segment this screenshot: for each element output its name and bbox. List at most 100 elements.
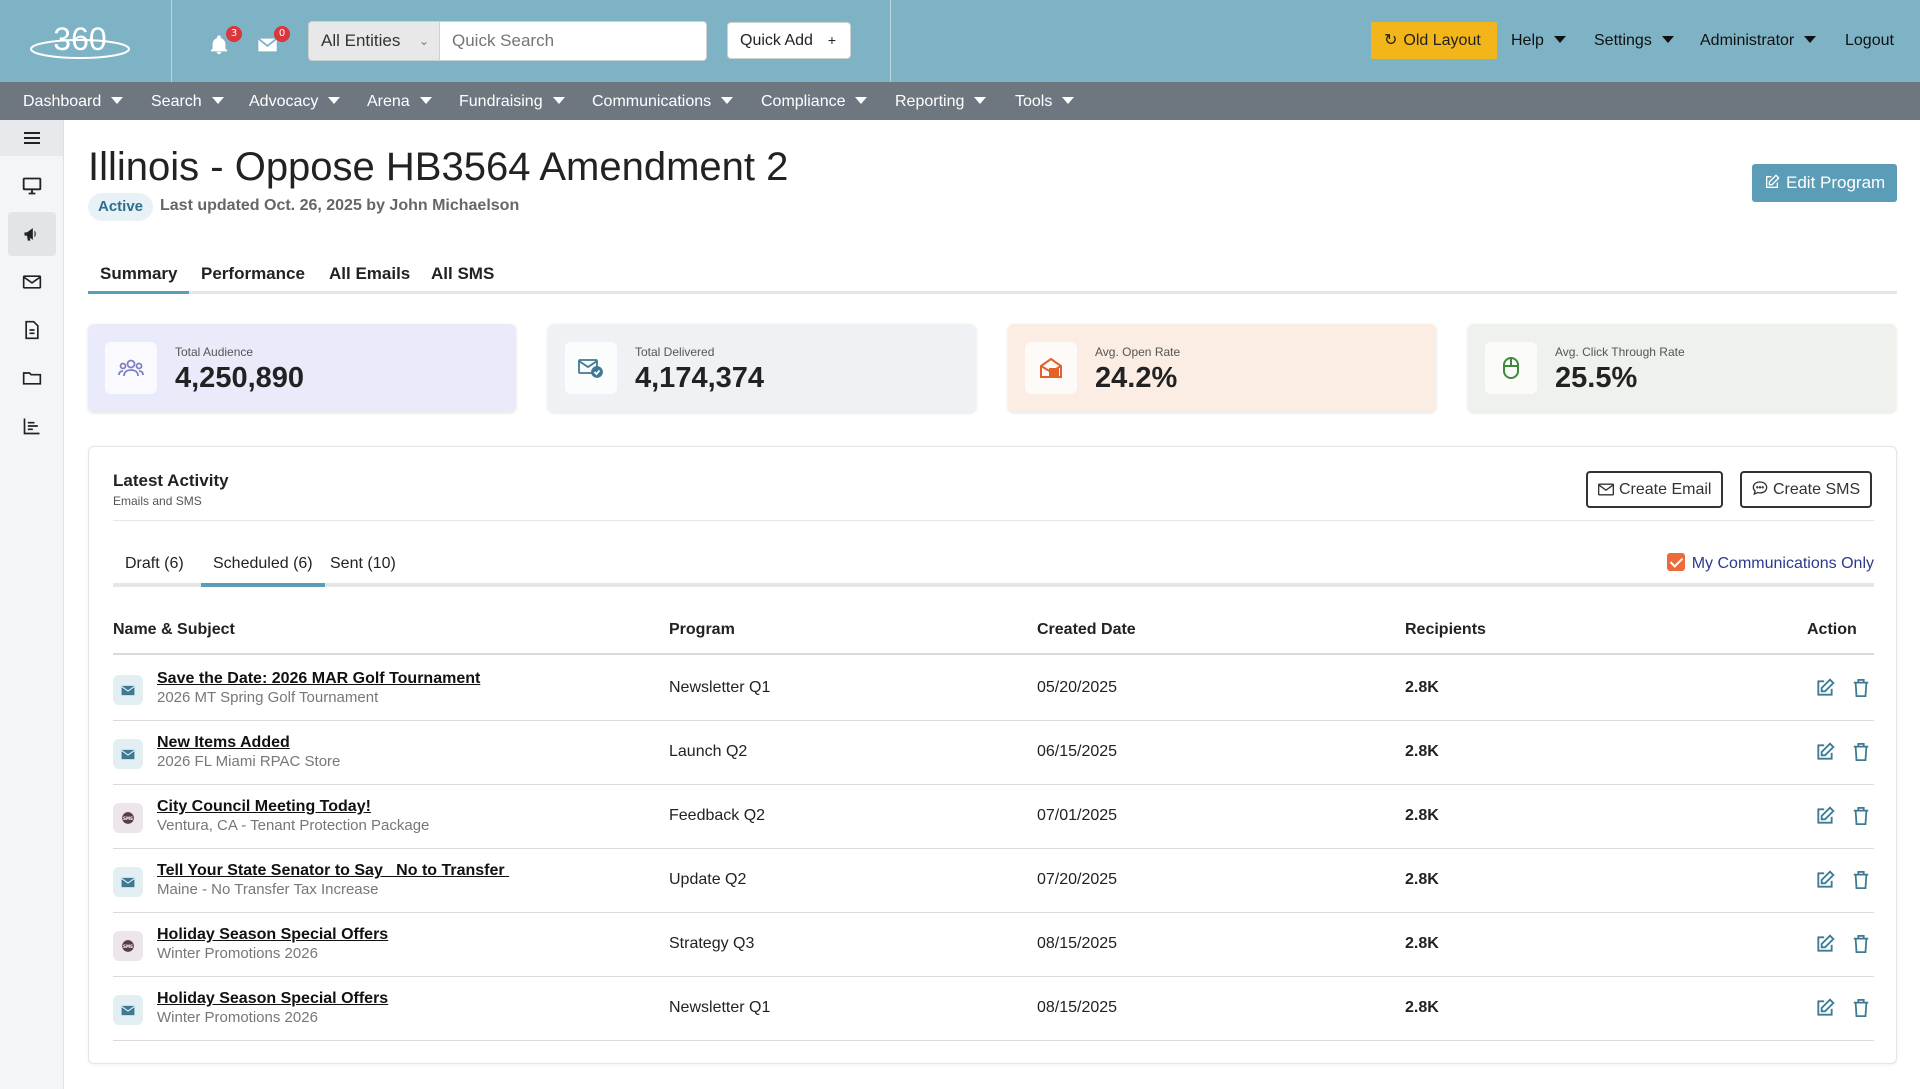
subtab-scheduled[interactable]: Scheduled (6) (201, 547, 325, 587)
edit-icon[interactable] (1813, 740, 1837, 764)
column-recipients[interactable]: Recipients (1405, 621, 1486, 639)
stat-card-click-through-rate: Avg. Click Through Rate 25.5% (1468, 324, 1896, 412)
nav-label: Tools (1015, 93, 1053, 110)
users-icon (105, 342, 157, 394)
last-updated: Last updated Oct. 26, 2025 by John Micha… (160, 197, 520, 214)
nav-compliance[interactable]: Compliance (761, 82, 868, 120)
row-program: Launch Q2 (669, 743, 748, 760)
quick-add-button[interactable]: Quick Add + (727, 22, 851, 59)
edit-icon (1766, 174, 1780, 188)
envelope-icon[interactable] (8, 260, 56, 304)
admin-menu[interactable]: Administrator (1700, 22, 1817, 59)
envelope-icon (1598, 483, 1614, 496)
row-subject: Winter Promotions 2026 (157, 1009, 318, 1026)
folder-icon[interactable] (8, 356, 56, 400)
megaphone-icon[interactable] (8, 212, 56, 256)
panel-title: Latest Activity (113, 471, 229, 490)
column-name[interactable]: Name & Subject (113, 621, 235, 639)
row-program: Newsletter Q1 (669, 679, 771, 696)
row-recipients: 2.8K (1405, 871, 1439, 888)
nav-label: Dashboard (23, 93, 102, 110)
search-input[interactable] (440, 21, 707, 61)
checkbox-checked[interactable] (1666, 553, 1685, 571)
tab-performance[interactable]: Performance (201, 258, 305, 294)
envelope-icon[interactable]: 0 (256, 26, 290, 58)
entity-select-value: All Entities (321, 31, 401, 50)
table-row: Tell Your State Senator to Say No to Tra… (113, 849, 1874, 913)
edit-icon[interactable] (1813, 996, 1837, 1020)
edit-icon[interactable] (1813, 676, 1837, 700)
nav-search[interactable]: Search (151, 82, 224, 120)
open-envelope-icon (1025, 342, 1077, 394)
stat-value: 25.5% (1555, 362, 1638, 394)
column-created[interactable]: Created Date (1037, 621, 1136, 639)
subtab-draft[interactable]: Draft (6) (113, 547, 196, 587)
nav-fundraising[interactable]: Fundraising (459, 82, 565, 120)
tab-all-emails[interactable]: All Emails (329, 258, 410, 294)
edit-icon[interactable] (1813, 932, 1837, 956)
caret-down-icon (974, 97, 987, 104)
mail-check-icon (565, 342, 617, 394)
create-sms-button[interactable]: Create SMS (1740, 471, 1873, 508)
row-subject: 2026 MT Spring Golf Tournament (157, 689, 379, 706)
row-name-link[interactable]: City Council Meeting Today! (157, 798, 371, 816)
nav-communications[interactable]: Communications (592, 82, 734, 120)
trash-icon[interactable] (1849, 676, 1873, 700)
tab-all-sms[interactable]: All SMS (431, 258, 494, 294)
row-name-link[interactable]: Save the Date: 2026 MAR Golf Tournament (157, 670, 480, 688)
my-communications-toggle[interactable]: My Communications Only (1666, 553, 1874, 573)
settings-menu[interactable]: Settings (1594, 22, 1674, 59)
nav-label: Search (151, 93, 202, 110)
create-email-button[interactable]: Create Email (1586, 471, 1724, 508)
edit-icon[interactable] (1813, 868, 1837, 892)
row-created-date: 08/15/2025 (1037, 999, 1118, 1016)
divider (113, 520, 1874, 521)
row-program: Strategy Q3 (669, 935, 755, 952)
column-program[interactable]: Program (669, 621, 735, 639)
bell-icon[interactable]: 3 (208, 26, 242, 58)
row-name-link[interactable]: Tell Your State Senator to Say No to Tra… (157, 862, 509, 880)
row-name-link[interactable]: Holiday Season Special Offers (157, 990, 388, 1008)
chart-icon[interactable] (8, 404, 56, 448)
logout-link[interactable]: Logout (1845, 22, 1894, 59)
email-icon (113, 739, 143, 769)
trash-icon[interactable] (1849, 932, 1873, 956)
edit-program-button[interactable]: Edit Program (1752, 164, 1897, 202)
nav-tools[interactable]: Tools (1015, 82, 1075, 120)
nav-advocacy[interactable]: Advocacy (249, 82, 341, 120)
trash-icon[interactable] (1849, 804, 1873, 828)
nav-arena[interactable]: Arena (367, 82, 432, 120)
nav-label: Compliance (761, 93, 846, 110)
document-icon[interactable] (8, 308, 56, 352)
sidebar (0, 120, 64, 1089)
entity-select[interactable]: All Entities ⌄ (308, 21, 440, 61)
svg-text:SMS: SMS (123, 816, 133, 821)
stat-value: 24.2% (1095, 362, 1178, 394)
row-created-date: 07/20/2025 (1037, 871, 1118, 888)
edit-icon[interactable] (1813, 804, 1837, 828)
my-communications-label: My Communications Only (1691, 555, 1874, 572)
monitor-icon[interactable] (8, 164, 56, 208)
subtab-sent[interactable]: Sent (10) (318, 547, 408, 587)
sms-icon: SMS (113, 803, 143, 833)
nav-reporting[interactable]: Reporting (895, 82, 987, 120)
trash-icon[interactable] (1849, 996, 1873, 1020)
menu-icon[interactable] (0, 120, 63, 156)
stat-label: Avg. Open Rate (1095, 345, 1181, 359)
table-row: SMS Holiday Season Special Offers Winter P… (113, 913, 1874, 977)
column-action: Action (1807, 621, 1857, 638)
tab-summary[interactable]: Summary (88, 258, 190, 294)
logo-text: 360 (53, 21, 106, 57)
help-menu[interactable]: Help (1511, 22, 1566, 59)
create-email-label: Create Email (1619, 481, 1712, 498)
nav-dashboard[interactable]: Dashboard (23, 82, 124, 120)
trash-icon[interactable] (1849, 740, 1873, 764)
row-subject: 2026 FL Miami RPAC Store (157, 753, 341, 770)
logo[interactable]: 360 (28, 16, 132, 62)
old-layout-button[interactable]: ↻ Old Layout (1371, 22, 1497, 59)
row-name-link[interactable]: Holiday Season Special Offers (157, 926, 388, 944)
trash-icon[interactable] (1849, 868, 1873, 892)
create-sms-label: Create SMS (1773, 481, 1861, 498)
row-name-link[interactable]: New Items Added (157, 734, 290, 752)
program-tabs: Summary Performance All Emails All SMS (88, 258, 1897, 294)
